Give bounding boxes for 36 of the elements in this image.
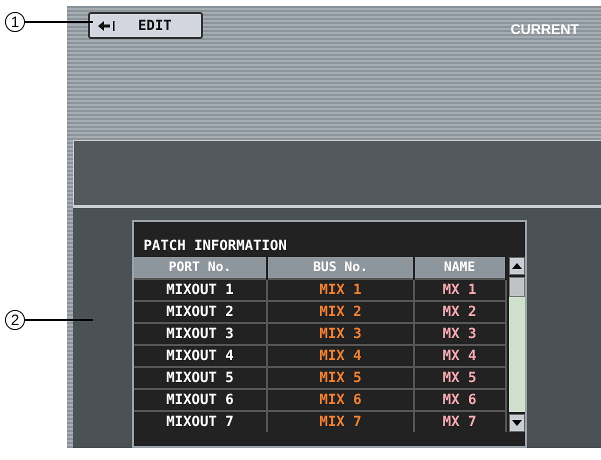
table-cell: MIXOUT 6 xyxy=(134,389,268,411)
table-cell: MIXOUT 3 xyxy=(134,323,268,345)
table-cell: MIX 3 xyxy=(267,323,414,345)
table-cell: MIXOUT 1 xyxy=(134,279,268,301)
table-cell: MX 7 xyxy=(414,411,506,432)
scrollbar[interactable] xyxy=(506,257,524,432)
table-cell: MIX 7 xyxy=(267,411,414,432)
table-cell: MX 3 xyxy=(414,323,506,345)
table-cell: MIX 2 xyxy=(267,301,414,323)
leader-line xyxy=(25,319,93,321)
table-cell: MIX 1 xyxy=(267,279,414,301)
arrow-to-bar-icon xyxy=(98,20,116,30)
table-cell: MIXOUT 4 xyxy=(134,345,268,367)
status-label: CURRENT xyxy=(510,21,579,37)
table-cell: MX 1 xyxy=(414,279,506,301)
table-cell: MIXOUT 2 xyxy=(134,301,268,323)
callout-number: 2 xyxy=(5,310,25,330)
table-cell: MIX 4 xyxy=(267,345,414,367)
table-cell: MX 2 xyxy=(414,301,506,323)
edit-button[interactable]: EDIT xyxy=(88,12,203,39)
column-header: NAME xyxy=(414,257,506,279)
table-cell: MIX 5 xyxy=(267,367,414,389)
leader-line xyxy=(25,21,93,23)
scroll-thumb[interactable] xyxy=(508,277,524,297)
table-title: PATCH INFORMATION xyxy=(142,237,288,256)
callout-number: 1 xyxy=(5,12,25,32)
table-cell: MX 6 xyxy=(414,389,506,411)
table-cell: MX 4 xyxy=(414,345,506,367)
table-cell: MIXOUT 7 xyxy=(134,411,268,432)
scroll-down-icon[interactable] xyxy=(508,414,524,432)
table-cell: MIXOUT 5 xyxy=(134,367,268,389)
column-header: BUS No. xyxy=(267,257,414,279)
column-header: PORT No. xyxy=(134,257,268,279)
scroll-up-icon[interactable] xyxy=(508,257,524,275)
table-cell: MX 5 xyxy=(414,367,506,389)
table-cell: MIX 6 xyxy=(267,389,414,411)
